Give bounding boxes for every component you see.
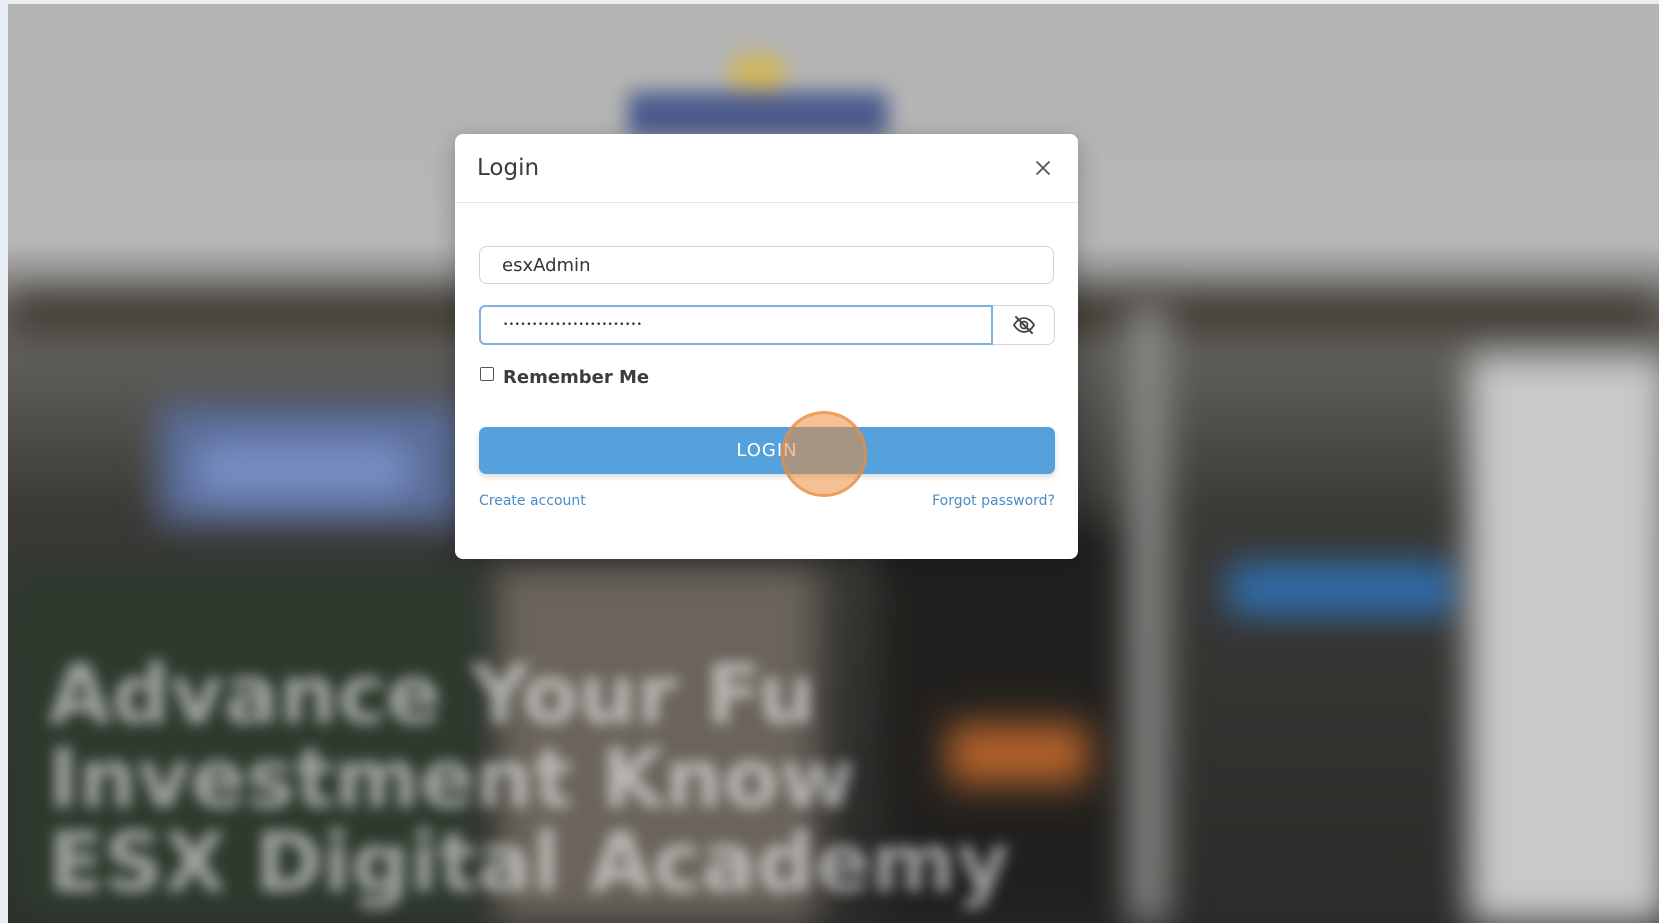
background-headline: Advance Your Fu Investment Know ESX Digi… (48, 654, 1010, 906)
close-icon[interactable] (1030, 155, 1056, 181)
remember-me-label[interactable]: Remember Me (503, 367, 649, 388)
remember-me: Remember Me (480, 366, 649, 388)
logo-wordmark (628, 92, 888, 137)
headline-line: Investment Know (48, 732, 856, 827)
forgot-password-link[interactable]: Forgot password? (932, 493, 1055, 509)
login-button-label: LOGIN (736, 440, 798, 461)
close-icon-glyph (1036, 161, 1050, 175)
password-group: •••••••••••••••••••••••• (479, 305, 1055, 345)
modal-header: Login (455, 134, 1078, 203)
blurred-logo (618, 32, 898, 142)
modal-title: Login (477, 155, 540, 181)
bg-blue-sign (1228, 564, 1458, 614)
bg-sign-text (198, 444, 408, 494)
headline-line: Advance Your Fu (48, 648, 816, 743)
password-input[interactable]: •••••••••••••••••••••••• (479, 305, 993, 345)
bg-tower (1468, 354, 1659, 923)
login-button[interactable]: LOGIN (479, 427, 1055, 474)
create-account-link[interactable]: Create account (479, 493, 586, 509)
toggle-password-button[interactable] (993, 305, 1055, 345)
headline-line: ESX Digital Academy (48, 816, 1010, 911)
bg-pole (1128, 304, 1168, 923)
logo-sun-icon (728, 52, 788, 92)
login-modal: Login esxAdmin •••••••••••••••••••••••• … (455, 134, 1078, 559)
username-input[interactable]: esxAdmin (479, 246, 1054, 284)
username-value: esxAdmin (502, 254, 591, 276)
remember-me-checkbox[interactable] (480, 366, 494, 381)
eye-off-icon (1012, 316, 1035, 334)
password-mask: •••••••••••••••••••••••• (503, 320, 643, 330)
